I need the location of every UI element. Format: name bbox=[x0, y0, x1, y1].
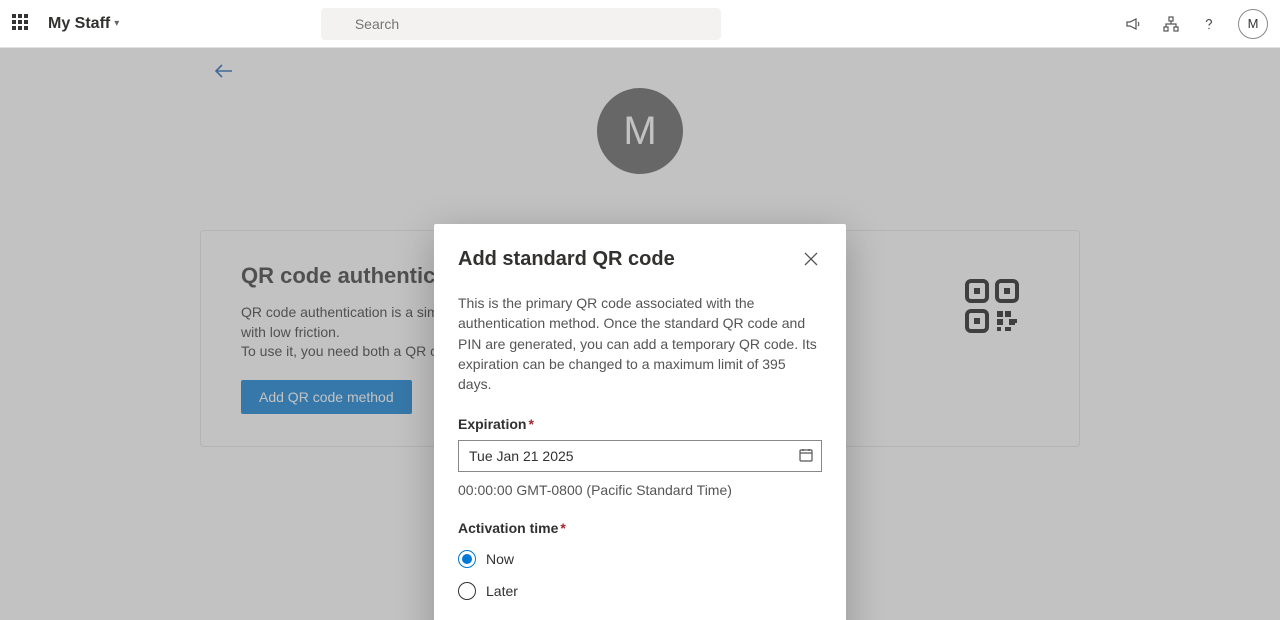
expiration-label: Expiration* bbox=[458, 416, 822, 432]
radio-now-label: Now bbox=[486, 551, 514, 567]
activation-label: Activation time* bbox=[458, 520, 822, 536]
radio-now[interactable]: Now bbox=[458, 550, 822, 568]
timezone-text: 00:00:00 GMT-0800 (Pacific Standard Time… bbox=[458, 482, 822, 498]
search-input[interactable] bbox=[321, 8, 721, 40]
radio-icon bbox=[458, 550, 476, 568]
app-launcher-icon[interactable] bbox=[12, 14, 32, 34]
radio-later-label: Later bbox=[486, 583, 518, 599]
expiration-input[interactable] bbox=[458, 440, 822, 472]
calendar-icon[interactable] bbox=[798, 447, 814, 468]
page-body: M QR code authentication method QR code … bbox=[0, 48, 1280, 620]
radio-icon bbox=[458, 582, 476, 600]
user-avatar[interactable]: M bbox=[1238, 9, 1268, 39]
org-chart-icon[interactable] bbox=[1162, 15, 1180, 33]
modal-title: Add standard QR code bbox=[458, 248, 675, 271]
add-qr-modal: Add standard QR code This is the primary… bbox=[434, 224, 846, 620]
modal-description: This is the primary QR code associated w… bbox=[458, 293, 822, 394]
top-bar: My Staff ▾ M bbox=[0, 0, 1280, 48]
app-name[interactable]: My Staff bbox=[48, 15, 110, 33]
chevron-down-icon[interactable]: ▾ bbox=[114, 18, 119, 29]
help-icon[interactable] bbox=[1200, 15, 1218, 33]
megaphone-icon[interactable] bbox=[1124, 15, 1142, 33]
radio-later[interactable]: Later bbox=[458, 582, 822, 600]
close-icon[interactable] bbox=[800, 248, 822, 275]
